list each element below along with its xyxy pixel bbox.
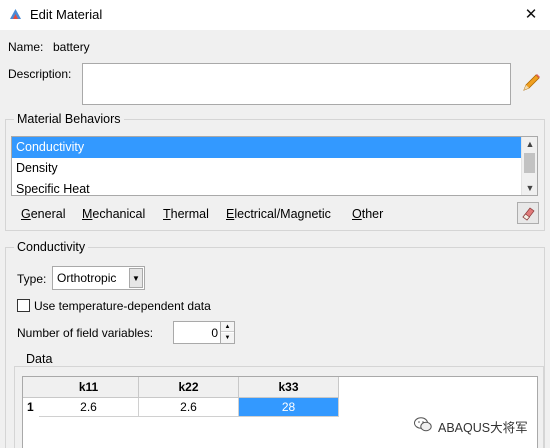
conductivity-title: Conductivity (14, 240, 89, 254)
menu-electrical-label: lectrical/Magnetic (234, 207, 331, 221)
material-name: battery (53, 40, 90, 54)
eraser-icon[interactable] (517, 202, 539, 224)
window-title: Edit Material (30, 7, 103, 22)
table-corner (23, 377, 39, 398)
list-item-conductivity[interactable]: Conductivity (12, 137, 522, 158)
table-cell-k33[interactable]: 28 (239, 398, 339, 417)
title-bar: Edit Material ✕ (0, 0, 550, 30)
type-select-value: Orthotropic (57, 271, 117, 285)
menu-mnemonic: O (352, 207, 362, 221)
temp-dependent-checkbox[interactable] (17, 299, 30, 312)
row-header-1[interactable]: 1 (23, 398, 39, 417)
menu-electrical-magnetic[interactable]: Electrical/Magnetic (226, 207, 331, 221)
close-icon[interactable]: ✕ (518, 2, 544, 28)
behaviors-scrollbar[interactable]: ▲ ▼ (521, 137, 537, 195)
list-item-density[interactable]: Density (12, 158, 522, 179)
pencil-icon[interactable] (520, 72, 542, 94)
menu-thermal[interactable]: Thermal (163, 207, 209, 221)
menu-mechanical[interactable]: Mechanical (82, 207, 145, 221)
menu-other[interactable]: Other (352, 207, 383, 221)
scroll-down-icon[interactable]: ▼ (522, 181, 537, 195)
menu-other-label: ther (361, 207, 384, 221)
menu-mnemonic: M (82, 207, 93, 221)
menu-general[interactable]: General (21, 207, 65, 221)
menu-mechanical-label: echanical (92, 207, 146, 221)
material-behaviors-title: Material Behaviors (14, 112, 124, 126)
behaviors-list[interactable]: Conductivity Density Specific Heat ▲ ▼ (11, 136, 538, 196)
wechat-icon (414, 417, 432, 432)
column-header-k22[interactable]: k22 (139, 377, 239, 398)
column-header-k11[interactable]: k11 (39, 377, 139, 398)
edit-material-dialog: Edit Material ✕ Name: battery Descriptio… (0, 0, 550, 448)
spinner-buttons: ▲ ▼ (220, 322, 234, 343)
scroll-up-icon[interactable]: ▲ (522, 137, 537, 151)
name-label: Name: (8, 40, 44, 54)
field-variables-label: Number of field variables: (17, 326, 154, 340)
data-title: Data (23, 352, 56, 366)
watermark-text: ABAQUS大将军 (438, 421, 528, 435)
table-cell-k22[interactable]: 2.6 (139, 398, 239, 417)
list-item-specific-heat[interactable]: Specific Heat (12, 179, 522, 195)
data-table[interactable]: k11 k22 k33 1 2.6 2.6 28 (22, 376, 538, 448)
field-variables-value[interactable]: 0 (211, 326, 218, 340)
abaqus-app-icon (9, 8, 22, 21)
menu-mnemonic: T (163, 207, 171, 221)
spin-up-icon[interactable]: ▲ (221, 322, 234, 332)
menu-thermal-label: hermal (170, 207, 209, 221)
table-cell-k11[interactable]: 2.6 (39, 398, 139, 417)
menu-mnemonic: G (21, 207, 31, 221)
description-label: Description: (8, 67, 72, 81)
column-header-k33[interactable]: k33 (239, 377, 339, 398)
type-label: Type: (17, 272, 47, 286)
scroll-thumb[interactable] (524, 153, 535, 173)
chevron-down-icon[interactable]: ▼ (129, 268, 143, 288)
menu-general-label: eneral (30, 207, 66, 221)
watermark: ABAQUS大将军 (414, 415, 546, 435)
temp-dependent-label[interactable]: Use temperature-dependent data (34, 299, 211, 313)
description-field[interactable] (82, 63, 511, 105)
field-variables-spinner[interactable]: 0 ▲ ▼ (173, 321, 235, 344)
spin-down-icon[interactable]: ▼ (221, 333, 234, 343)
type-select[interactable]: Orthotropic ▼ (52, 266, 145, 290)
